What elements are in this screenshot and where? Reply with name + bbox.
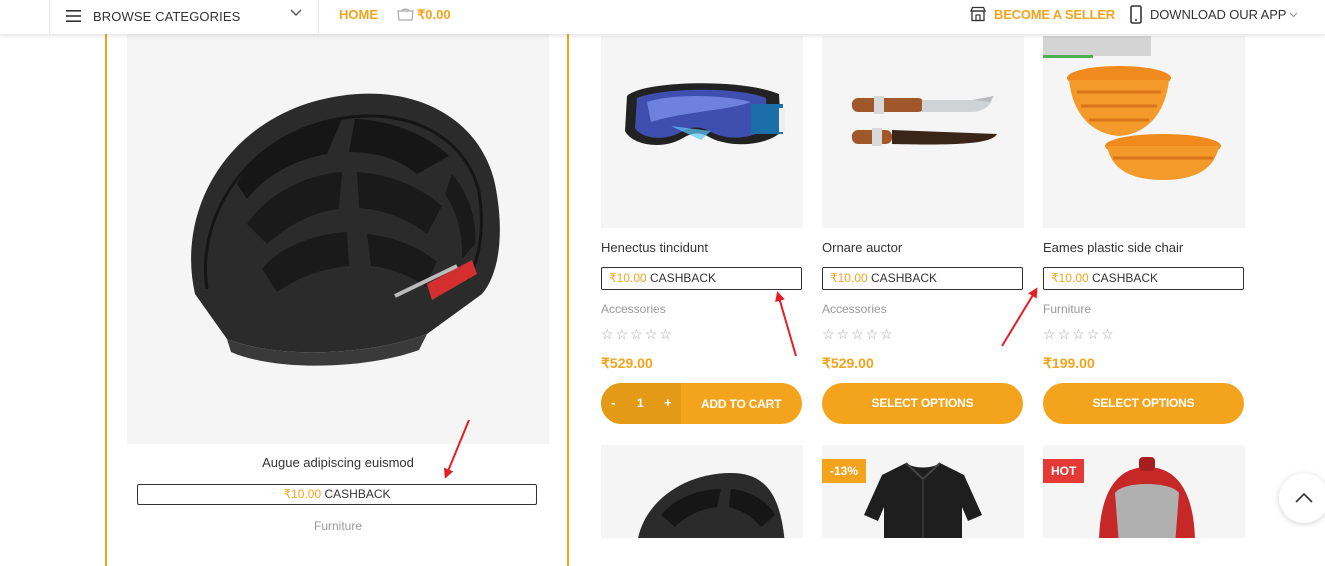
cashback-box: ₹10.00 CASHBACK xyxy=(601,267,802,290)
hot-badge: HOT xyxy=(1043,459,1085,483)
cashback-amount: ₹10.00 xyxy=(830,271,868,285)
cashback-amount: ₹10.00 xyxy=(609,271,647,285)
become-seller-label: BECOME A SELLER xyxy=(994,6,1115,22)
product-image[interactable] xyxy=(601,445,803,538)
product-image[interactable] xyxy=(601,36,803,228)
product-card: -13% xyxy=(822,445,1024,538)
annotation-arrow xyxy=(1001,287,1038,347)
phone-icon xyxy=(1130,5,1142,24)
product-title[interactable]: Henectus tincidunt xyxy=(601,240,708,255)
product-category[interactable]: Furniture xyxy=(1043,302,1091,316)
featured-product-title[interactable]: Augue adipiscing euismod xyxy=(127,455,549,470)
star-rating: ☆ ☆ ☆ ☆ ☆ xyxy=(601,326,672,343)
chevron-up-icon xyxy=(1295,492,1313,503)
featured-cashback-box: ₹10.00 CASHBACK xyxy=(137,484,537,505)
annotation-arrow xyxy=(775,291,797,357)
featured-product-image[interactable] xyxy=(127,34,549,444)
cashback-label: CASHBACK xyxy=(871,271,938,285)
divider xyxy=(49,0,50,34)
divider xyxy=(318,0,319,34)
knife-image xyxy=(852,96,997,146)
goggles-image xyxy=(625,83,785,146)
cart-total: ₹0.00 xyxy=(417,7,451,22)
header-cart[interactable]: ₹0.00 xyxy=(397,7,451,23)
qty-minus-button[interactable]: - xyxy=(611,395,615,410)
select-options-button[interactable]: SELECT OPTIONS xyxy=(1043,383,1244,424)
product-title[interactable]: Eames plastic side chair xyxy=(1043,240,1183,255)
cashback-label: CASHBACK xyxy=(1092,271,1159,285)
star-icon: ☆ xyxy=(644,326,658,342)
cashback-label: CASHBACK xyxy=(650,271,717,285)
star-icon: ☆ xyxy=(659,326,672,342)
qty-plus-button[interactable]: + xyxy=(664,395,672,410)
helmet-image xyxy=(638,473,785,538)
select-options-button[interactable]: SELECT OPTIONS xyxy=(822,383,1023,424)
star-icon: ☆ xyxy=(836,326,850,342)
star-icon: ☆ xyxy=(880,326,893,342)
star-icon: ☆ xyxy=(822,326,835,342)
star-rating: ☆ ☆ ☆ ☆ ☆ xyxy=(1043,326,1114,343)
add-to-cart-control: - 1 + ADD TO CART xyxy=(601,383,802,424)
chevron-down-icon[interactable] xyxy=(290,9,302,17)
add-to-cart-button[interactable]: ADD TO CART xyxy=(701,397,781,411)
star-icon: ☆ xyxy=(851,326,864,342)
cashback-label: CASHBACK xyxy=(324,487,391,501)
product-card xyxy=(601,445,803,538)
become-seller-link[interactable]: BECOME A SELLER xyxy=(970,6,1115,22)
product-price: ₹529.00 xyxy=(822,355,874,371)
download-app-link[interactable]: DOWNLOAD OUR APP xyxy=(1130,5,1298,24)
browse-categories-button[interactable]: BROWSE CATEGORIES xyxy=(66,6,240,26)
star-icon: ☆ xyxy=(865,326,879,342)
star-icon: ☆ xyxy=(1057,326,1071,342)
scroll-to-top-button[interactable] xyxy=(1279,473,1325,523)
star-icon: ☆ xyxy=(615,326,629,342)
qty-input[interactable]: 1 xyxy=(637,396,644,410)
featured-product-category[interactable]: Furniture xyxy=(127,519,549,533)
quantity-stepper: - 1 + xyxy=(601,383,681,424)
hamburger-icon xyxy=(66,10,81,22)
cashback-amount: ₹10.00 xyxy=(1051,271,1089,285)
product-price: ₹199.00 xyxy=(1043,355,1095,371)
cart-icon xyxy=(397,8,414,21)
cashback-box: ₹10.00 CASHBACK xyxy=(822,267,1023,290)
product-image[interactable] xyxy=(822,36,1024,228)
browse-categories-label: BROWSE CATEGORIES xyxy=(93,8,241,24)
nav-home-link[interactable]: HOME xyxy=(339,7,378,22)
discount-badge: -13% xyxy=(822,459,867,483)
store-icon xyxy=(970,6,986,22)
star-rating: ☆ ☆ ☆ ☆ ☆ xyxy=(822,326,893,343)
helmet-image xyxy=(191,93,500,366)
product-card: HOT xyxy=(1043,445,1245,538)
star-icon: ☆ xyxy=(630,326,643,342)
chevron-down-icon xyxy=(1289,12,1298,17)
star-icon: ☆ xyxy=(1086,326,1100,342)
product-title[interactable]: Ornare auctor xyxy=(822,240,902,255)
star-icon: ☆ xyxy=(1101,326,1114,342)
product-category[interactable]: Accessories xyxy=(601,302,666,316)
star-icon: ☆ xyxy=(1072,326,1085,342)
bowl-image xyxy=(1067,66,1221,180)
top-header: BROWSE CATEGORIES HOME ₹0.00 BECOME A SE… xyxy=(0,0,1325,34)
cashback-amount: ₹10.00 xyxy=(283,487,322,501)
star-icon: ☆ xyxy=(1043,326,1056,342)
product-category[interactable]: Accessories xyxy=(822,302,887,316)
download-app-label: DOWNLOAD OUR APP xyxy=(1150,7,1287,22)
product-price: ₹529.00 xyxy=(601,355,653,371)
star-icon: ☆ xyxy=(601,326,614,342)
product-image[interactable] xyxy=(1043,36,1245,228)
cashback-box: ₹10.00 CASHBACK xyxy=(1043,267,1244,290)
